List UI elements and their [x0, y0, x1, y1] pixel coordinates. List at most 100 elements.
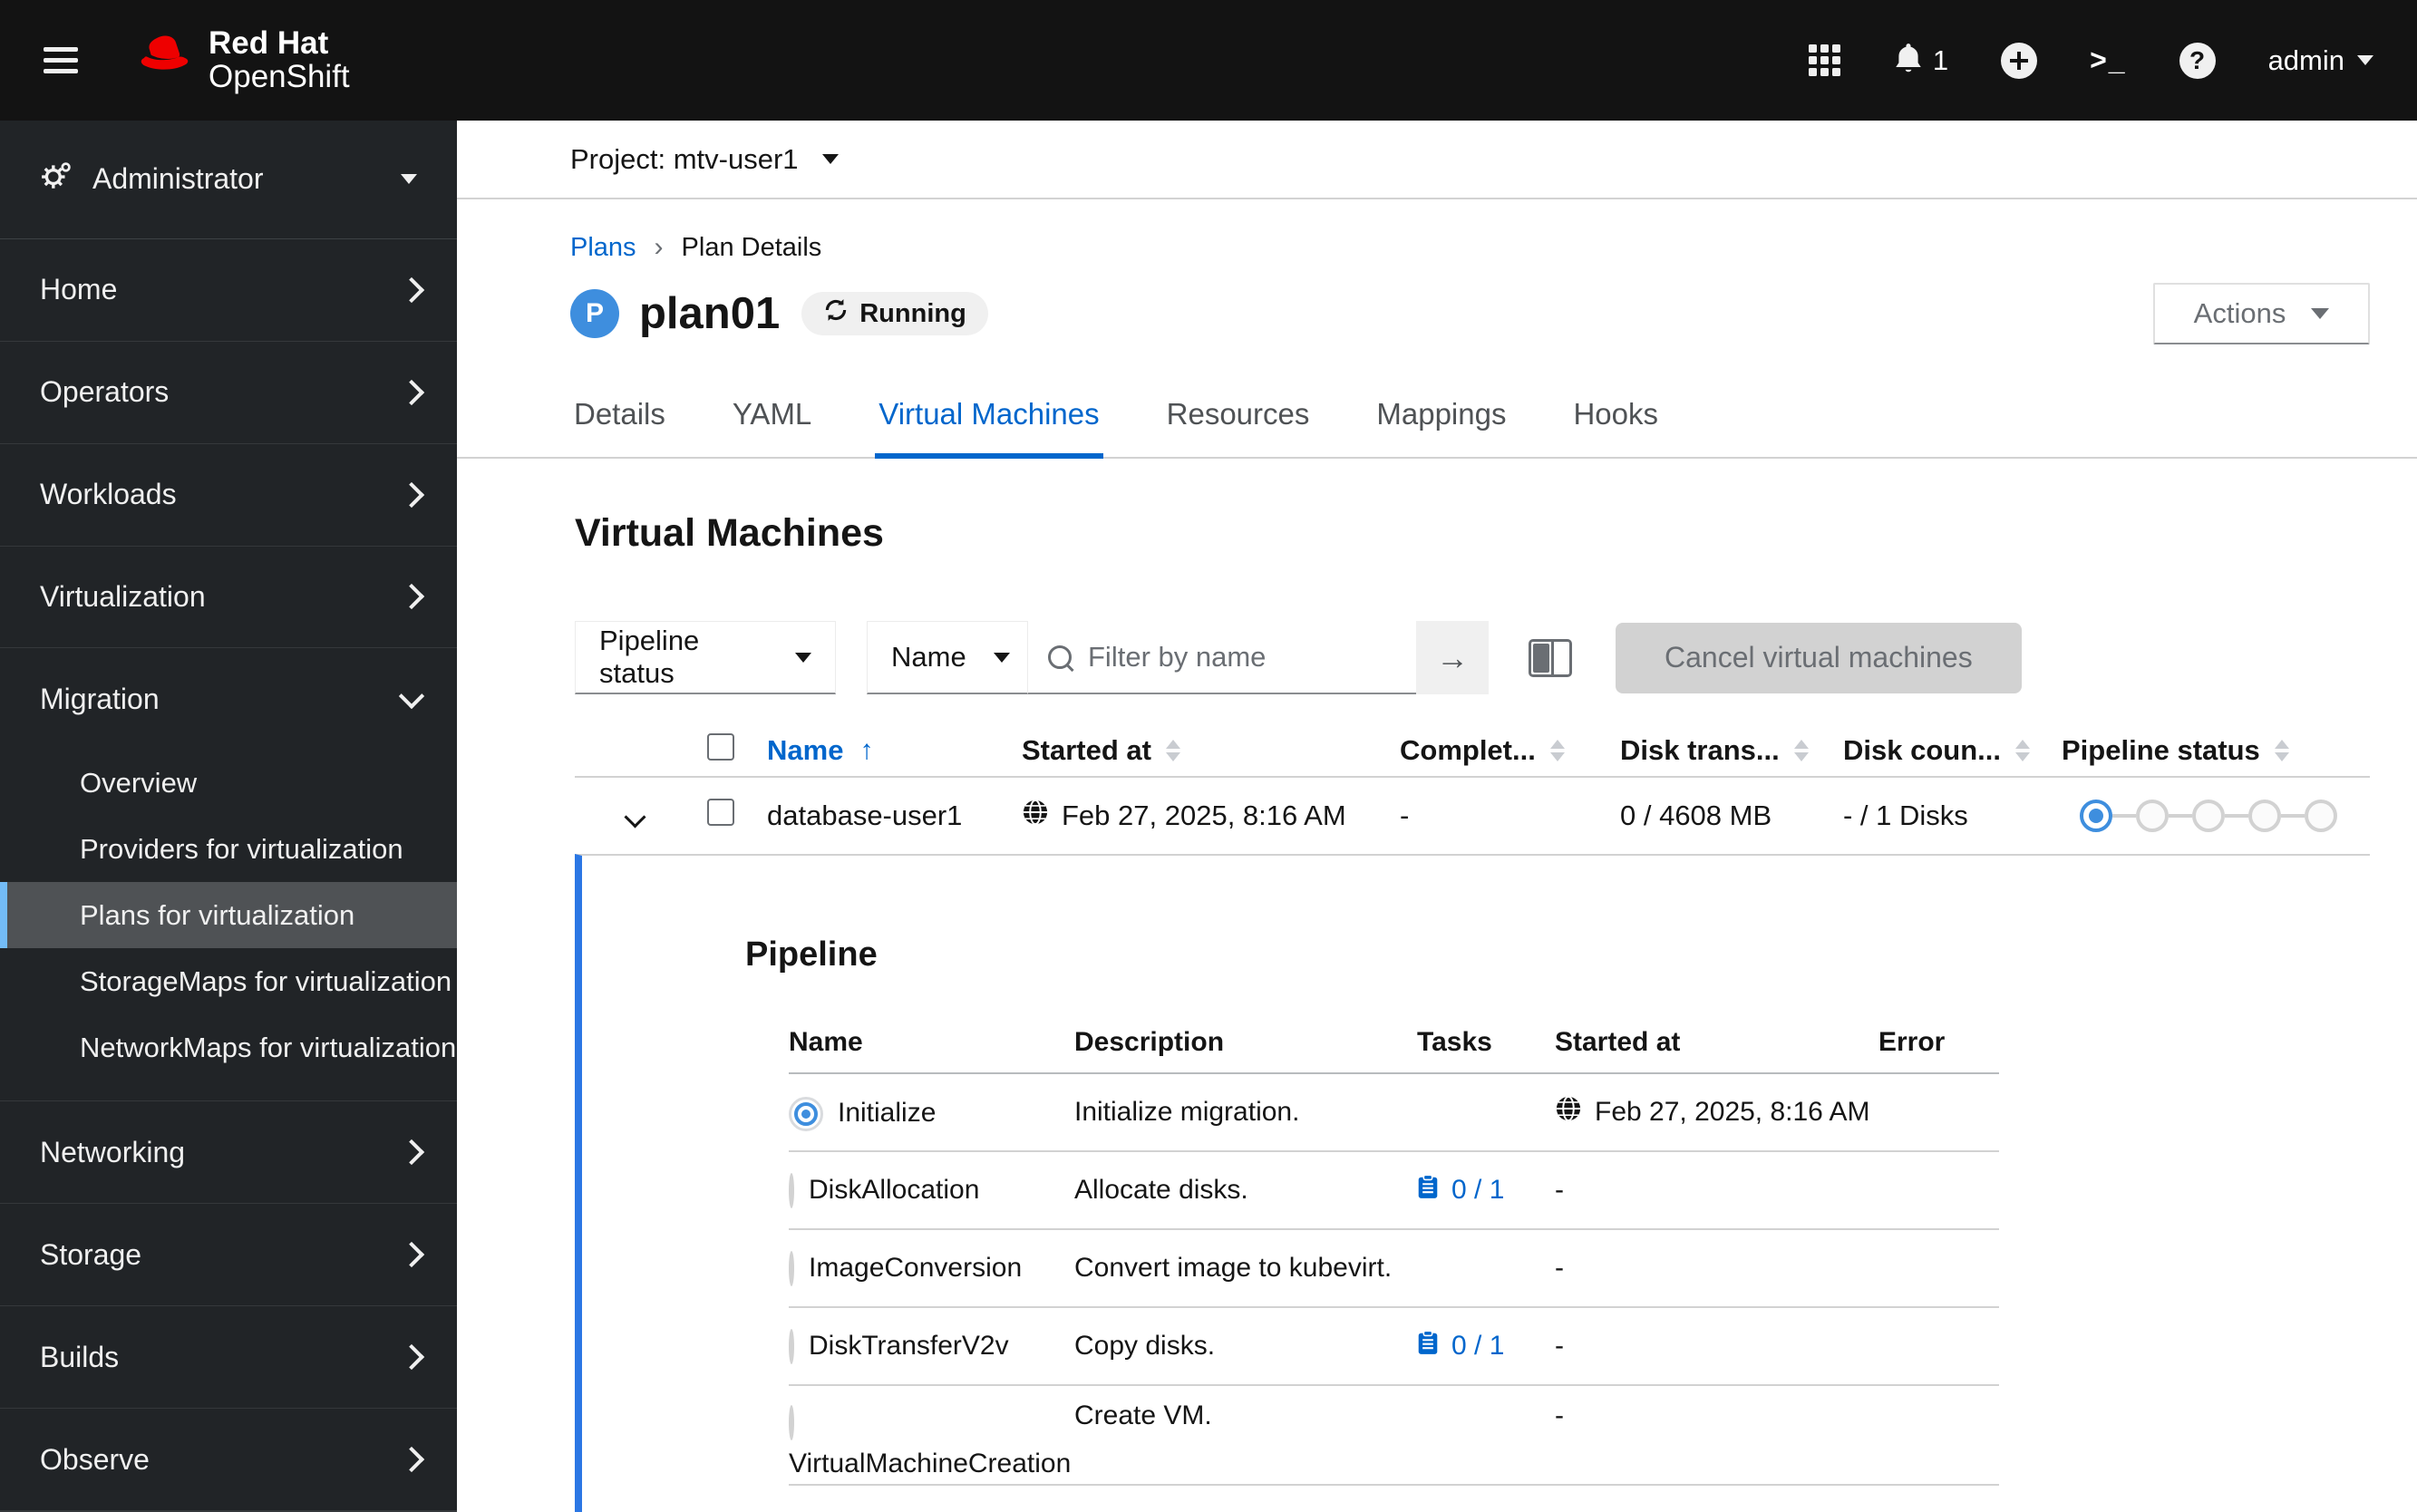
filter-attribute-select[interactable]: Name [867, 621, 1028, 694]
pending-icon [789, 1170, 794, 1211]
pipeline-step-pending-icon [2192, 800, 2225, 832]
breadcrumb-plans-link[interactable]: Plans [570, 233, 636, 263]
section-title: Virtual Machines [575, 511, 884, 555]
help-button[interactable]: ? [2179, 42, 2216, 79]
pending-icon [789, 1402, 794, 1443]
app-launcher-button[interactable] [1808, 44, 1840, 76]
sort-icon [2014, 740, 2030, 761]
notifications-button[interactable]: 1 [1893, 42, 1948, 79]
sidebar-item-providers-for-virtualization[interactable]: Providers for virtualization [0, 816, 457, 882]
brand-logo: Red Hat OpenShift [134, 26, 350, 94]
name-filter-input[interactable] [1086, 639, 1396, 674]
nav-toggle-icon[interactable] [44, 47, 78, 73]
vm-started-at: Feb 27, 2025, 8:16 AM [1022, 799, 1400, 833]
filter-category-select[interactable]: Pipeline status [575, 621, 836, 694]
tab-virtual-machines[interactable]: Virtual Machines [875, 397, 1103, 459]
chevron-down-icon [398, 683, 425, 710]
plus-circle-icon [2001, 42, 2038, 79]
sidebar-item-overview[interactable]: Overview [0, 750, 457, 816]
pipeline-table: Name Description Tasks Started at Error … [789, 1013, 1999, 1486]
notification-count: 1 [1932, 44, 1949, 76]
chevron-right-icon [398, 1139, 425, 1166]
column-header-started-at[interactable]: Started at [1022, 734, 1400, 767]
vm-table-header: Name ↑ Started at Complet... Disk trans..… [575, 725, 2370, 778]
page-title: plan01 [639, 289, 781, 338]
chevron-down-icon [993, 652, 1010, 663]
perspective-switcher[interactable]: Administrator [0, 121, 457, 239]
column-header-name[interactable]: Name ↑ [767, 734, 1022, 767]
sidebar-item-storagemaps-for-virtualization[interactable]: StorageMaps for virtualization [0, 948, 457, 1014]
tasks-clipboard-icon [1417, 1330, 1439, 1362]
globe-icon [1555, 1095, 1582, 1129]
pipeline-table-header: Name Description Tasks Started at Error [789, 1013, 1999, 1074]
tasks-clipboard-icon [1417, 1174, 1439, 1207]
sidebar-item-storage[interactable]: Storage [0, 1204, 457, 1307]
column-header-completed[interactable]: Complet... [1400, 734, 1620, 767]
sidebar-item-builds[interactable]: Builds [0, 1306, 457, 1410]
tab-details[interactable]: Details [570, 397, 669, 457]
tab-yaml[interactable]: YAML [729, 397, 815, 457]
sidebar-item-networkmaps-for-virtualization[interactable]: NetworkMaps for virtualization [0, 1014, 457, 1081]
column-header-pipeline-status[interactable]: Pipeline status [2062, 734, 2370, 767]
pipeline-step-pending-icon [2305, 800, 2337, 832]
sidebar-item-home[interactable]: Home [0, 239, 457, 342]
manage-columns-button[interactable] [1529, 638, 1572, 677]
question-circle-icon: ? [2179, 42, 2216, 79]
actions-button[interactable]: Actions [2153, 283, 2370, 344]
column-header-disk-counter[interactable]: Disk coun... [1843, 734, 2062, 767]
pipeline-heading: Pipeline [745, 935, 878, 974]
sort-icon [1165, 740, 1180, 761]
sort-icon [1793, 740, 1809, 761]
status-text: Running [859, 298, 966, 328]
vm-pipeline-progress [2062, 800, 2370, 832]
pipeline-row: ImageConversion Convert image to kubevir… [789, 1230, 1999, 1308]
globe-icon [1022, 799, 1049, 833]
tab-resources[interactable]: Resources [1163, 397, 1314, 457]
main-content: Project: mtv-user1 Plans › Plan Details … [457, 121, 2417, 1512]
select-all-checkbox[interactable] [707, 733, 734, 761]
sidebar-item-networking[interactable]: Networking [0, 1101, 457, 1205]
tab-bar: Details YAML Virtual Machines Resources … [457, 397, 2417, 459]
chevron-down-icon [624, 806, 646, 829]
vm-name: database-user1 [767, 800, 963, 831]
brand-line2: OpenShift [209, 58, 350, 94]
breadcrumb-separator-icon: › [654, 232, 664, 262]
apps-grid-icon [1808, 44, 1840, 76]
openshift-console: Red Hat OpenShift 1 >_ ? admin Administr… [0, 0, 2417, 1512]
in-progress-icon [789, 1096, 823, 1131]
import-button[interactable] [2001, 42, 2038, 79]
pipeline-col-error: Error [1878, 1027, 1946, 1057]
page-header: Plans › Plan Details P plan01 Running Ac… [457, 199, 2417, 344]
sidebar-item-migration[interactable]: Migration [0, 648, 457, 750]
search-submit-button[interactable]: → [1416, 621, 1489, 694]
breadcrumb: Plans › Plan Details [570, 232, 2370, 263]
project-selector[interactable]: Project: mtv-user1 [457, 121, 2417, 199]
sidebar-item-operators[interactable]: Operators [0, 342, 457, 444]
sync-icon [823, 297, 849, 330]
brand-text: Red Hat OpenShift [209, 26, 350, 94]
bell-icon [1893, 42, 1924, 79]
plan-resource-badge: P [570, 289, 619, 338]
tab-mappings[interactable]: Mappings [1373, 397, 1509, 457]
pipeline-row: VirtualMachineCreation Create VM. - [789, 1386, 1999, 1486]
pipeline-step-pending-icon [2136, 800, 2169, 832]
status-badge: Running [801, 292, 988, 335]
sort-icon [1549, 740, 1565, 761]
user-menu[interactable]: admin [2268, 44, 2373, 77]
sidebar-item-observe[interactable]: Observe [0, 1409, 457, 1511]
cancel-vm-button[interactable]: Cancel virtual machines [1616, 622, 2022, 693]
tab-content: Virtual Machines Pipeline status Name Fi… [457, 459, 2417, 1512]
sidebar-nav: Administrator Home Operators Workloads V… [0, 121, 457, 1512]
chevron-down-icon [795, 652, 811, 663]
terminal-button[interactable]: >_ [2090, 44, 2126, 77]
pipeline-col-started-at: Started at [1555, 1027, 1681, 1057]
sidebar-item-plans-for-virtualization[interactable]: Plans for virtualization [0, 882, 457, 949]
row-checkbox[interactable] [707, 799, 734, 826]
column-header-disk-transfer[interactable]: Disk trans... [1620, 734, 1843, 767]
vm-toolbar: Pipeline status Name → [575, 621, 2370, 694]
row-expand-toggle[interactable] [575, 800, 707, 832]
sidebar-item-virtualization[interactable]: Virtualization [0, 547, 457, 649]
tab-hooks[interactable]: Hooks [1569, 397, 1662, 457]
sort-icon [2274, 740, 2289, 761]
sidebar-item-workloads[interactable]: Workloads [0, 444, 457, 547]
